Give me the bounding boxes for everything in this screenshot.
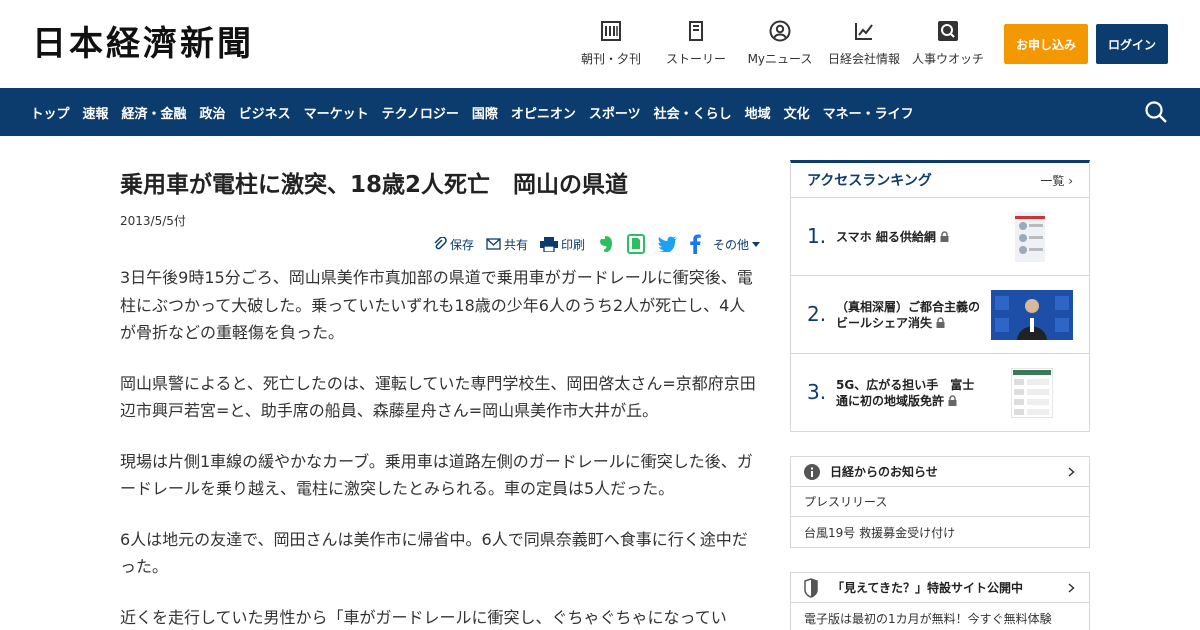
nav-item[interactable]: スポーツ xyxy=(582,103,647,122)
thumbnail-image xyxy=(1005,212,1055,262)
util-label: 日経会社情報 xyxy=(827,52,900,66)
print-button[interactable]: 印刷 xyxy=(539,236,585,253)
nav-item[interactable]: 国際 xyxy=(465,103,504,122)
nav-item[interactable]: マーケット xyxy=(297,103,375,122)
lock-icon xyxy=(936,317,945,328)
notice-item[interactable]: プレスリリース xyxy=(791,487,1089,517)
mail-icon xyxy=(486,238,501,250)
apply-button[interactable]: お申し込み xyxy=(1004,24,1088,64)
nav-item[interactable]: 文化 xyxy=(777,103,816,122)
nav-item[interactable]: 経済・金融 xyxy=(115,103,193,122)
chevron-right-icon xyxy=(1068,467,1075,477)
special-text[interactable]: 電子版は最初の1カ月が無料！今すぐ無料体験 xyxy=(791,603,1089,630)
rank-headline: 5G、広がる担い手 富士通に初の地域版免許 xyxy=(836,354,986,432)
rank-number: 2. xyxy=(807,302,827,326)
chevron-right-icon: › xyxy=(1068,173,1073,188)
login-button[interactable]: ログイン xyxy=(1096,24,1168,64)
notices-header[interactable]: 日経からのお知らせ xyxy=(791,457,1089,487)
article-paragraph: 近くを走行していた男性から「車がガードレールに衝突し、ぐちゃぐちゃになってい xyxy=(120,607,727,627)
share-label: 共有 xyxy=(503,237,528,252)
global-nav: トップ 速報 経済・金融 政治 ビジネス マーケット テクノロジー 国際 オピニオン スポーツ 社会… xyxy=(0,88,1200,136)
print-label: 印刷 xyxy=(560,237,585,252)
site-header: 日本経濟新聞 朝刊・夕刊 ストーリー Myニュース 日経会社情報 人事ウオッチ … xyxy=(0,0,1200,88)
notices-title: 日経からのお知らせ xyxy=(830,465,938,479)
util-label: ストーリー xyxy=(665,52,726,66)
ranking-more-label: 一覧 xyxy=(1040,173,1065,188)
search-person-icon xyxy=(938,21,958,41)
lock-icon xyxy=(948,395,957,406)
bookmark-note-icon[interactable] xyxy=(626,234,645,254)
util-story[interactable]: ストーリー xyxy=(651,20,741,67)
nav-list: トップ 速報 経済・金融 政治 ビジネス マーケット テクノロジー 国際 オピニオン スポーツ 社会… xyxy=(24,88,920,136)
article-paragraph: 現場は片側1車線の緩やかなカーブ。乗用車は道路左側のガードレールに衝突した後、ガ… xyxy=(120,451,753,499)
search-icon[interactable] xyxy=(1144,100,1168,124)
util-mynews[interactable]: Myニュース xyxy=(735,20,825,67)
user-icon xyxy=(769,20,791,42)
article-date: 2013/5/5付 xyxy=(120,214,186,228)
thumbnail-image xyxy=(991,290,1073,340)
article-paragraph: 6人は地元の友達で、岡田さんは美作市に帰省中。6人で同県奈義町へ食事に行く途中だ… xyxy=(120,529,748,577)
info-icon xyxy=(804,463,820,480)
caret-down-icon xyxy=(752,241,760,247)
article-paragraph: 岡山県警によると、死亡したのは、運転していた専門学校生、岡田啓太さん=京都府京田… xyxy=(120,373,756,421)
article-title: 乗用車が電柱に激突、18歳2人死亡 岡山の県道 xyxy=(120,172,629,198)
special-title: 「見えてきた？」特設サイト公開中 xyxy=(832,581,1024,595)
rank-headline: （真相深層）ご都合主義のビールシェア消失 xyxy=(836,276,986,354)
facebook-icon[interactable] xyxy=(689,234,701,254)
twitter-icon[interactable] xyxy=(656,236,677,252)
more-button[interactable]: その他 xyxy=(713,236,760,253)
nav-item[interactable]: 速報 xyxy=(76,103,115,122)
nav-item[interactable]: 政治 xyxy=(193,103,232,122)
lock-icon xyxy=(940,231,949,242)
article: 乗用車が電柱に激突、18歳2人死亡 岡山の県道 2013/5/5付 保存 共有 … xyxy=(120,160,760,627)
evernote-icon[interactable] xyxy=(597,235,615,253)
rank-headline-text: （真相深層）ご都合主義のビールシェア消失 xyxy=(836,300,981,330)
notice-item[interactable]: 台風19号 救援募金受け付け xyxy=(791,517,1089,547)
nav-item[interactable]: オピニオン xyxy=(504,103,582,122)
article-body: 3日午後9時15分ごろ、岡山県美作市真加部の県道で乗用車がガードレールに衝突後、… xyxy=(120,264,760,630)
ranking-header: アクセスランキング 一覧 › xyxy=(791,163,1089,198)
article-tools: 保存 共有 印刷 その他 xyxy=(420,232,760,256)
rank-headline-text: スマホ 細る供給網 xyxy=(836,230,936,244)
nikkei-notices: 日経からのお知らせ プレスリリース 台風19号 救援募金受け付け xyxy=(790,456,1090,548)
save-label: 保存 xyxy=(449,237,474,252)
story-icon xyxy=(689,21,703,41)
util-company[interactable]: 日経会社情報 xyxy=(819,20,909,67)
save-button[interactable]: 保存 xyxy=(433,236,474,253)
util-newspaper[interactable]: 朝刊・夕刊 xyxy=(566,20,656,67)
rank-number: 1. xyxy=(807,224,827,248)
rank-number: 3. xyxy=(807,380,827,404)
ranking-item[interactable]: 3. 5G、広がる担い手 富士通に初の地域版免許 xyxy=(791,354,1089,432)
rank-headline: スマホ 細る供給網 xyxy=(836,198,986,276)
ranking-item[interactable]: 2. （真相深層）ご都合主義のビールシェア消失 xyxy=(791,276,1089,354)
share-button[interactable]: 共有 xyxy=(486,236,528,253)
shield-leaf-icon xyxy=(804,577,818,598)
nav-item[interactable]: ビジネス xyxy=(232,103,297,122)
util-label: 人事ウオッチ xyxy=(911,52,984,66)
printer-icon xyxy=(539,236,558,252)
nav-item[interactable]: 社会・くらし xyxy=(647,103,738,122)
util-jinji[interactable]: 人事ウオッチ xyxy=(903,20,993,67)
special-header[interactable]: 「見えてきた？」特設サイト公開中 xyxy=(791,573,1089,603)
company-chart-icon xyxy=(855,23,873,40)
util-label: Myニュース xyxy=(747,52,813,66)
nav-item[interactable]: 地域 xyxy=(738,103,777,122)
chevron-right-icon xyxy=(1068,583,1075,593)
ranking-title: アクセスランキング xyxy=(807,173,932,189)
ranking-item[interactable]: 1. スマホ 細る供給網 xyxy=(791,198,1089,276)
util-label: 朝刊・夕刊 xyxy=(580,52,641,66)
site-logo[interactable]: 日本経濟新聞 xyxy=(32,22,254,66)
thumbnail-image xyxy=(1011,368,1053,418)
newspaper-icon xyxy=(601,21,621,41)
nav-item[interactable]: マネー・ライフ xyxy=(816,103,920,122)
special-site-box: 「見えてきた？」特設サイト公開中 電子版は最初の1カ月が無料！今すぐ無料体験 xyxy=(790,572,1090,630)
nav-item[interactable]: テクノロジー xyxy=(375,103,465,122)
access-ranking: アクセスランキング 一覧 › 1. スマホ 細る供給網 2. （真相深層）ご都合… xyxy=(790,160,1090,432)
clip-icon xyxy=(434,237,447,250)
ranking-more-link[interactable]: 一覧 › xyxy=(1040,172,1073,189)
more-label: その他 xyxy=(712,237,749,252)
article-paragraph: 3日午後9時15分ごろ、岡山県美作市真加部の県道で乗用車がガードレールに衝突後、… xyxy=(120,268,753,342)
nav-item[interactable]: トップ xyxy=(24,103,76,122)
